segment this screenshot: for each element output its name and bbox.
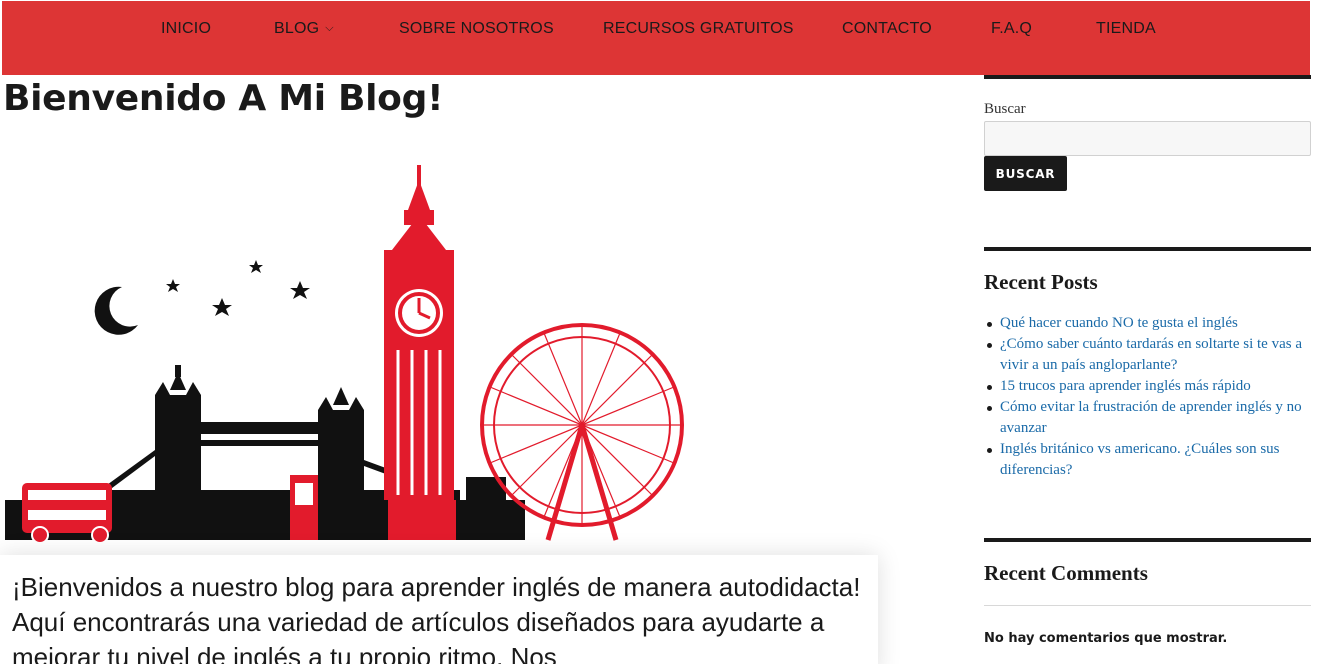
big-ben-icon — [384, 165, 456, 540]
nav-item-tienda[interactable]: TIENDA — [1096, 20, 1156, 38]
no-comments-text: No hay comentarios que mostrar. — [984, 631, 1228, 646]
recent-comments-title: Recent Comments — [984, 561, 1148, 585]
nav-item-faq[interactable]: F.A.Q — [991, 20, 1032, 38]
london-skyline-icon — [5, 165, 684, 544]
list-item: Qué hacer cuando NO te gusta el inglés — [984, 313, 1311, 334]
list-item: Inglés británico vs americano. ¿Cuáles s… — [984, 439, 1311, 481]
phone-box-icon — [290, 475, 318, 540]
nav-item-blog-label: BLOG — [274, 20, 320, 37]
list-item: ¿Cómo saber cuánto tardarás en soltarte … — [984, 334, 1311, 376]
divider — [984, 605, 1311, 606]
list-item: Cómo evitar la frustración de aprender i… — [984, 397, 1311, 439]
recent-posts-list: Qué hacer cuando NO te gusta el inglés ¿… — [984, 313, 1311, 481]
search-input[interactable] — [984, 121, 1311, 156]
recent-post-link[interactable]: 15 trucos para aprender inglés más rápid… — [1000, 378, 1251, 394]
chevron-down-icon: ⌵ — [325, 22, 334, 34]
nav-item-recursos-gratuitos[interactable]: RECURSOS GRATUITOS — [603, 20, 794, 38]
page-title: Bienvenido A Mi Blog! — [3, 78, 444, 119]
star-icon — [249, 260, 263, 273]
search-button[interactable]: BUSCAR — [984, 156, 1067, 191]
recent-post-link[interactable]: Inglés británico vs americano. ¿Cuáles s… — [1000, 441, 1280, 478]
recent-posts-title: Recent Posts — [984, 270, 1098, 294]
search-label: Buscar — [984, 101, 1026, 117]
nav-item-inicio[interactable]: INICIO — [161, 20, 211, 38]
recent-post-link[interactable]: ¿Cómo saber cuánto tardarás en soltarte … — [1000, 336, 1302, 373]
intro-paragraph: ¡Bienvenidos a nuestro blog para aprende… — [12, 572, 861, 664]
moon-icon — [94, 286, 138, 335]
nav-item-blog[interactable]: BLOG ⌵ — [274, 20, 334, 38]
recent-post-link[interactable]: Qué hacer cuando NO te gusta el inglés — [1000, 315, 1238, 331]
nav-item-contacto[interactable]: CONTACTO — [842, 20, 932, 38]
main-navigation: INICIO BLOG ⌵ SOBRE NOSOTROS RECURSOS GRA… — [2, 1, 1310, 75]
sidebar-divider — [984, 75, 1311, 79]
nav-item-sobre-nosotros[interactable]: SOBRE NOSOTROS — [399, 20, 554, 38]
sidebar-divider — [984, 538, 1311, 542]
sidebar-divider — [984, 247, 1311, 251]
star-icon — [212, 298, 232, 316]
star-icon — [290, 281, 310, 299]
list-item: 15 trucos para aprender inglés más rápid… — [984, 376, 1311, 397]
star-icon — [166, 279, 180, 292]
recent-post-link[interactable]: Cómo evitar la frustración de aprender i… — [1000, 399, 1302, 436]
